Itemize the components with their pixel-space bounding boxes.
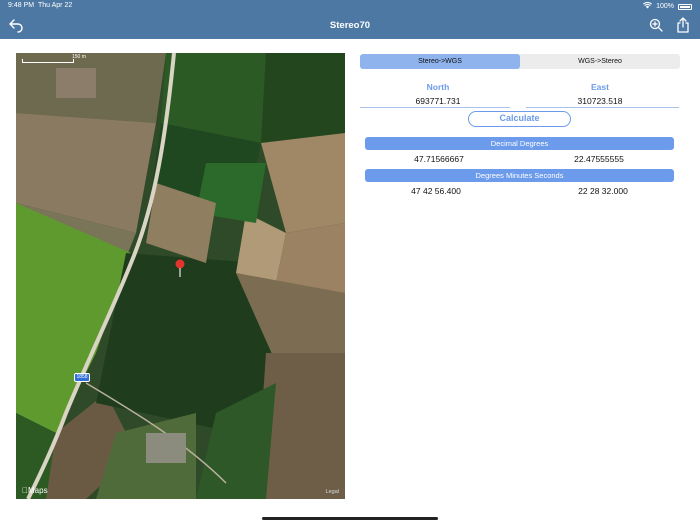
north-label: North [426, 82, 450, 92]
satellite-map[interactable]: 150 m 1858 Maps Legal [16, 53, 345, 499]
status-time: 9:48 PM [8, 2, 35, 9]
battery-percent: 100% [656, 3, 674, 10]
status-bar: 9:48 PM Thu Apr 22 100% [0, 0, 700, 12]
legal-link[interactable]: Legal [326, 489, 339, 495]
decimal-degrees-header: Decimal Degrees [365, 137, 674, 150]
dms-header: Degrees Minutes Seconds [365, 169, 674, 182]
segment-stereo-to-wgs[interactable]: Stereo->WGS [360, 54, 520, 69]
north-input[interactable]: 693771.731 [363, 96, 513, 106]
calculate-button[interactable]: Calculate [468, 111, 571, 127]
map-scale-bar [22, 59, 74, 63]
dms-longitude: 22 28 32.000 [578, 186, 628, 196]
map-scale-label: 150 m [72, 54, 86, 60]
battery-icon [678, 3, 692, 10]
status-date: Thu Apr 22 [38, 2, 73, 9]
road-sign: 1858 [74, 373, 90, 382]
decimal-latitude: 47.71566667 [414, 154, 464, 164]
maps-attribution: Maps [22, 486, 48, 495]
decimal-longitude: 22.47555555 [574, 154, 624, 164]
share-icon[interactable] [675, 17, 691, 33]
status-right: 100% [643, 1, 692, 11]
wifi-icon [643, 1, 653, 11]
page-title: Stereo70 [329, 20, 371, 31]
east-input[interactable]: 310723.518 [525, 96, 675, 106]
navigation-bar: Stereo70 [0, 12, 700, 39]
east-input-underline [526, 107, 679, 108]
conversion-segmented-control[interactable]: Stereo->WGS WGS->Stereo [360, 54, 680, 69]
east-label: East [591, 82, 609, 92]
north-input-underline [360, 107, 510, 108]
zoom-icon[interactable] [648, 17, 664, 33]
home-indicator[interactable] [262, 517, 438, 520]
dms-latitude: 47 42 56.400 [411, 186, 461, 196]
segment-wgs-to-stereo[interactable]: WGS->Stereo [520, 54, 680, 69]
location-pin-icon[interactable] [174, 259, 186, 277]
